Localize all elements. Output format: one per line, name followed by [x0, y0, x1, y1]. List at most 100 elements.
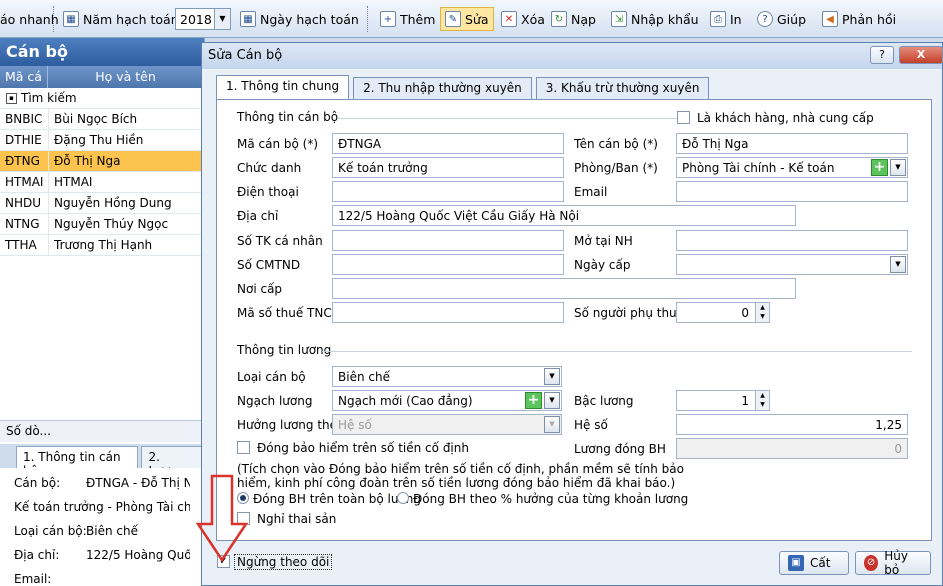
row-name: Bùi Ngọc Bích — [48, 109, 204, 129]
cancel-button[interactable]: ⊘ Hủy bỏ — [855, 549, 931, 577]
dialog-titlebar[interactable]: Sửa Cán bộ ? X — [202, 43, 943, 69]
tax-code-input[interactable] — [332, 302, 564, 323]
chevron-down-icon: ▼ — [544, 416, 560, 433]
table-row[interactable]: BNBIC Bùi Ngọc Bích — [0, 109, 204, 130]
table-row-selected[interactable]: ĐTNG Đỗ Thị Nga — [0, 151, 204, 172]
maternity-label: Nghỉ thai sản — [257, 512, 337, 526]
section-staff-info: Thông tin cán bộ — [237, 110, 339, 124]
salary-scale-select[interactable]: Ngạch mới (Cao đẳng) + ▼ — [332, 390, 562, 411]
radio-full-salary-label: Đóng BH trên toàn bộ lương — [253, 492, 422, 506]
staff-type-select[interactable]: Biên chế ▼ — [332, 366, 562, 387]
fixed-insurance-checkbox[interactable] — [237, 441, 250, 454]
staff-list-panel: Cán bộ Mã cá Họ và tên ▪ Tìm kiếm BNBIC B… — [0, 38, 205, 586]
detail-value: Biên chế — [86, 524, 138, 538]
staff-type-value: Biên chế — [338, 370, 390, 384]
cancel-label: Hủy bỏ — [884, 549, 908, 577]
id-number-label: Số CMTND — [237, 258, 301, 272]
calendar-icon: ▦ — [63, 11, 79, 27]
column-header-code[interactable]: Mã cá — [0, 66, 48, 88]
chevron-down-icon[interactable]: ▼ — [890, 159, 906, 176]
table-row[interactable]: NHDU Nguyễn Hồng Dung — [0, 193, 204, 214]
position-label: Chức danh — [237, 161, 302, 175]
general-info-panel: Thông tin cán bộ Là khách hàng, nhà cung… — [216, 99, 932, 541]
close-icon[interactable]: X — [899, 46, 943, 64]
staff-name-input[interactable]: Đỗ Thị Nga — [676, 133, 908, 154]
insured-salary-input: 0 — [676, 438, 908, 459]
add-button[interactable]: + Thêm — [380, 7, 435, 31]
table-row[interactable]: TTHA Trương Thị Hạnh — [0, 235, 204, 256]
staff-code-input[interactable]: ĐTNGA — [332, 133, 564, 154]
dialog-tabs: 1. Thông tin chung 2. Thu nhập thường xu… — [216, 75, 710, 99]
pay-basis-value: Hệ số — [338, 418, 372, 432]
issue-date-label: Ngày cấp — [574, 258, 631, 272]
detail-email: Email: — [14, 572, 52, 586]
toolbar-quick-button[interactable]: áo nhanh — [0, 7, 59, 31]
feedback-button[interactable]: ◀ Phản hồi — [822, 7, 896, 31]
chevron-down-icon[interactable]: ▼ — [544, 392, 560, 409]
chevron-down-icon[interactable]: ▼ — [544, 368, 560, 385]
tab-regular-income[interactable]: 2. Thu nhập thường xuyên — [353, 77, 532, 99]
salary-grade-label: Bậc lương — [574, 394, 634, 408]
email-input[interactable] — [676, 181, 908, 202]
table-row[interactable]: HTMAI HTMAI — [0, 172, 204, 193]
address-input[interactable]: 122/5 Hoàng Quốc Việt Cầu Giấy Hà Nội — [332, 205, 796, 226]
detail-value: 122/5 Hoàng Quốc Việt — [86, 548, 190, 562]
edit-label: Sửa — [465, 11, 489, 27]
detail-tabs: 1. Thông tin cán bộ 2. Lương — [0, 444, 204, 478]
issue-place-label: Nơi cấp — [237, 282, 283, 296]
id-number-input[interactable] — [332, 254, 564, 275]
table-row[interactable]: NTNG Nguyễn Thúy Ngọc — [0, 214, 204, 235]
help-button[interactable]: ? Giúp — [757, 7, 806, 31]
add-salary-scale-icon[interactable]: + — [525, 392, 542, 409]
edit-button[interactable]: ✎ Sửa — [440, 7, 494, 31]
delete-label: Xóa — [521, 11, 545, 27]
dependents-stepper[interactable]: 0 ▲ ▼ — [676, 302, 770, 323]
chevron-down-icon[interactable]: ▼ — [890, 256, 906, 273]
fiscal-year-select[interactable]: 2018 ▼ — [175, 8, 231, 30]
reload-button[interactable]: ↻ Nạp — [551, 7, 596, 31]
print-button[interactable]: ⎙ In — [710, 7, 742, 31]
tab-general-info[interactable]: 1. Thông tin chung — [216, 75, 350, 99]
red-arrow-annotation — [196, 474, 248, 562]
feedback-label: Phản hồi — [842, 11, 897, 27]
help-icon[interactable]: ? — [870, 46, 894, 64]
posting-date-label: Ngày hạch toán — [260, 11, 359, 27]
tab-regular-deductions[interactable]: 3. Khấu trừ thường xuyên — [535, 77, 710, 99]
print-label: In — [730, 11, 742, 27]
issue-place-input[interactable] — [332, 278, 796, 299]
stepper-arrows-icon[interactable]: ▲ ▼ — [755, 391, 769, 410]
bank-account-input[interactable] — [332, 230, 564, 251]
position-input[interactable]: Kế toán trưởng — [332, 157, 564, 178]
row-code: BNBIC — [5, 112, 43, 126]
cancel-icon: ⊘ — [864, 555, 879, 571]
coefficient-input[interactable]: 1,25 — [676, 414, 908, 435]
chevron-down-icon[interactable]: ▼ — [214, 9, 230, 29]
toolbar-posting-date[interactable]: ▦ Ngày hạch toán — [240, 7, 359, 31]
phone-input[interactable] — [332, 181, 564, 202]
radio-percent-salary[interactable] — [397, 492, 409, 504]
radio-percent-salary-label: Đóng BH theo % hưởng của từng khoản lươn… — [413, 492, 689, 506]
salary-grade-stepper[interactable]: 1 ▲ ▼ — [676, 390, 770, 411]
department-select[interactable]: Phòng Tài chính - Kế toán + ▼ — [676, 157, 908, 178]
stepper-arrows-icon[interactable]: ▲ ▼ — [755, 303, 769, 322]
help-icon: ? — [757, 11, 773, 27]
panel-title: Cán bộ — [0, 38, 204, 66]
tab-staff-info[interactable]: 1. Thông tin cán bộ — [16, 446, 139, 478]
staff-code-label: Mã cán bộ (*) — [237, 137, 319, 151]
save-button[interactable]: ▣ Cất — [779, 551, 849, 575]
delete-button[interactable]: ✕ Xóa — [501, 7, 545, 31]
column-header-name[interactable]: Họ và tên — [48, 66, 204, 88]
table-row[interactable]: DTHIE Đặng Thu Hiền — [0, 130, 204, 151]
add-department-icon[interactable]: + — [871, 159, 888, 176]
import-button[interactable]: ⇲ Nhập khẩu — [611, 7, 699, 31]
floppy-disk-icon: ▣ — [788, 555, 804, 571]
issue-date-input[interactable]: ▼ — [676, 254, 908, 275]
search-row[interactable]: ▪ Tìm kiếm — [0, 88, 204, 109]
tab-salary[interactable]: 2. Lương — [141, 446, 204, 478]
insurance-note: (Tích chọn vào Đóng bảo hiểm trên số tiề… — [237, 462, 684, 490]
customer-checkbox[interactable] — [677, 111, 690, 124]
detail-type: Loại cán bộ:Biên chế — [14, 524, 190, 548]
add-label: Thêm — [400, 11, 436, 27]
edit-icon: ✎ — [445, 11, 461, 27]
bank-name-input[interactable] — [676, 230, 908, 251]
